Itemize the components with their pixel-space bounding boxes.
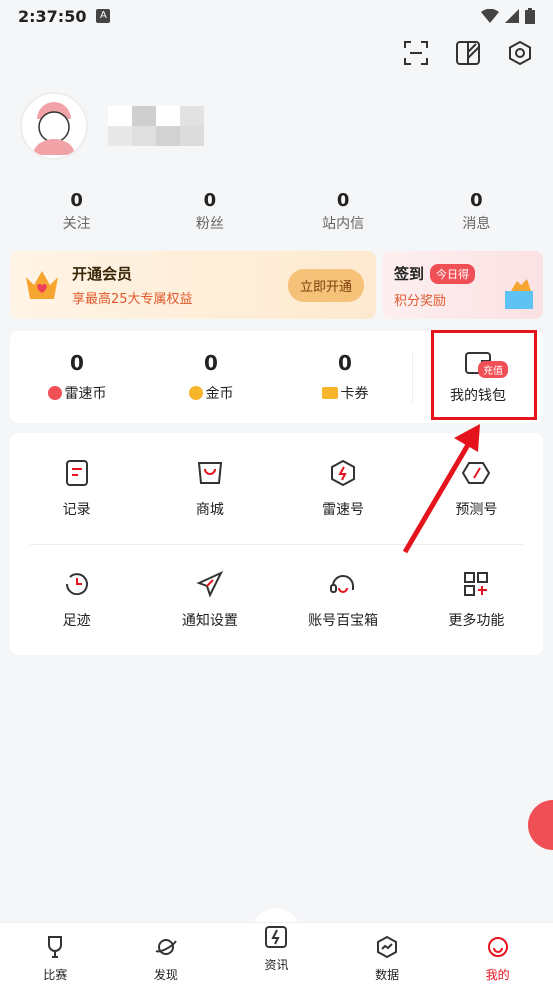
notification-icon: A <box>96 9 111 23</box>
headset-icon <box>330 574 355 593</box>
stat-follow[interactable]: 0 关注 <box>10 190 143 233</box>
status-bar: 2:37:50 A <box>0 0 553 32</box>
grid-leisu-account[interactable]: 雷速号 <box>277 459 410 519</box>
tab-match[interactable]: 比赛 <box>0 923 111 984</box>
crown-icon <box>26 271 58 299</box>
coupon-icon <box>321 387 338 399</box>
signin-card[interactable]: 签到 今日得 积分奖励 <box>382 251 543 319</box>
stat-messages[interactable]: 0 消息 <box>410 190 543 233</box>
planet-icon <box>155 939 177 955</box>
floating-calendar-button[interactable] <box>528 800 553 850</box>
trophy-icon <box>48 936 63 958</box>
vip-open-button[interactable]: 立即开通 <box>287 268 364 302</box>
tab-news[interactable]: 资讯 <box>221 923 332 984</box>
grid-more-features[interactable]: 更多功能 <box>410 570 543 630</box>
history-icon <box>65 572 88 595</box>
settings-icon[interactable] <box>507 40 533 66</box>
gift-box-icon <box>505 279 533 309</box>
shop-icon <box>197 461 222 484</box>
grid-plus-icon <box>464 571 489 596</box>
vip-card[interactable]: 开通会员 享最高25大专属权益 立即开通 <box>10 251 376 319</box>
paper-plane-icon <box>196 570 224 598</box>
tab-data[interactable]: 数据 <box>332 923 443 984</box>
leisu-hexagon-icon <box>331 459 356 486</box>
scan-icon[interactable] <box>403 40 429 66</box>
data-hexagon-icon <box>377 935 398 959</box>
wallet-coupon[interactable]: 0 卡券 <box>278 351 412 403</box>
leisu-coin-icon <box>47 386 62 400</box>
record-icon <box>65 459 88 486</box>
signin-tag: 今日得 <box>430 263 476 284</box>
vip-subtitle: 享最高25大专属权益 <box>72 292 193 307</box>
wallet-gold-coin[interactable]: 0 金币 <box>144 351 278 403</box>
username-pixelated <box>108 106 204 146</box>
grid-notification-settings[interactable]: 通知设置 <box>143 570 276 630</box>
battery-icon <box>525 8 535 24</box>
gold-coin-icon <box>188 386 203 400</box>
highlight-box <box>431 330 537 420</box>
theme-icon[interactable] <box>455 40 481 66</box>
signin-title: 签到 <box>394 265 425 283</box>
wallet-leisu-coin[interactable]: 0 雷速币 <box>10 351 144 403</box>
compass-icon <box>462 461 491 484</box>
grid-prediction[interactable]: 预测号 <box>410 459 543 519</box>
signal-icon <box>505 9 519 23</box>
stat-inbox[interactable]: 0 站内信 <box>277 190 410 233</box>
vip-title: 开通会员 <box>72 265 133 283</box>
tab-mine[interactable]: 我的 <box>442 923 553 984</box>
stat-fans[interactable]: 0 粉丝 <box>143 190 276 233</box>
grid-mall[interactable]: 商城 <box>143 459 276 519</box>
tab-discover[interactable]: 发现 <box>111 923 222 984</box>
grid-account-toolbox[interactable]: 账号百宝箱 <box>277 570 410 630</box>
profile-face-icon <box>487 937 508 957</box>
avatar[interactable] <box>20 92 88 160</box>
grid-footprint[interactable]: 足迹 <box>10 570 143 630</box>
status-time: 2:37:50 <box>18 6 87 26</box>
news-lightning-icon <box>265 926 288 948</box>
wifi-icon <box>481 9 499 23</box>
grid-records[interactable]: 记录 <box>10 459 143 519</box>
